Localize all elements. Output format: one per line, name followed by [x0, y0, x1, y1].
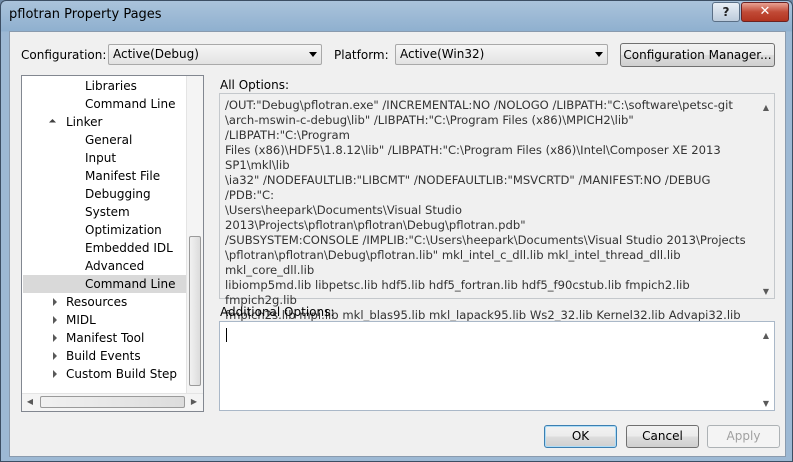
expand-closed-icon[interactable] — [53, 298, 57, 306]
tree-item[interactable]: Input — [22, 149, 187, 167]
tree-item[interactable]: Custom Build Step — [22, 365, 187, 383]
tree-item-label: Command Line — [85, 97, 176, 111]
property-pages-window: pflotran Property Pages ? ✕ Configuratio… — [0, 0, 793, 462]
tree-item[interactable]: General — [22, 131, 187, 149]
tree-item[interactable]: System — [22, 203, 187, 221]
tree-item-label: Resources — [66, 295, 128, 309]
tree-item[interactable]: Advanced — [22, 257, 187, 275]
expand-closed-icon[interactable] — [53, 334, 57, 342]
text-caret — [226, 328, 227, 342]
tree-item[interactable]: Optimization — [22, 221, 187, 239]
tree-item-label: Manifest File — [85, 169, 161, 183]
ok-button[interactable]: OK — [544, 425, 617, 448]
window-title: pflotran Property Pages — [9, 7, 162, 22]
expand-closed-icon[interactable] — [53, 352, 57, 360]
close-button[interactable]: ✕ — [741, 2, 789, 22]
all-options-textbox[interactable]: /OUT:"Debug\pflotran.exe" /INCREMENTAL:N… — [219, 93, 775, 352]
expand-closed-icon[interactable] — [53, 316, 57, 324]
tree-item[interactable]: Build Events — [22, 347, 187, 365]
configuration-manager-button[interactable]: Configuration Manager... — [620, 43, 775, 67]
scroll-down-arrow-icon[interactable]: ▼ — [758, 284, 774, 299]
tree-item-label: Linker — [66, 115, 103, 129]
configuration-value: Active(Debug) — [113, 47, 199, 61]
tree-item-label: Libraries — [85, 79, 137, 93]
title-bar[interactable]: pflotran Property Pages ? ✕ — [1, 1, 792, 31]
tree-horizontal-scrollbar[interactable]: ◀ ▶ — [22, 393, 203, 411]
tree-item[interactable]: Embedded IDL — [22, 239, 187, 257]
tree-item[interactable]: Libraries — [22, 77, 187, 95]
tree-item[interactable]: Debugging — [22, 185, 187, 203]
tree-item-label: Advanced — [85, 259, 145, 273]
platform-dropdown[interactable]: Active(Win32) — [395, 44, 608, 65]
scroll-left-arrow-icon[interactable]: ◀ — [22, 397, 38, 406]
cancel-button[interactable]: Cancel — [626, 425, 699, 448]
tree-item-label: Optimization — [85, 223, 162, 237]
scroll-right-arrow-icon[interactable]: ▶ — [186, 397, 202, 406]
tree-item-label: System — [85, 205, 130, 219]
tree-item[interactable]: MIDL — [22, 311, 187, 329]
platform-label: Platform: — [334, 48, 389, 62]
tree-vertical-scrollbar[interactable] — [186, 76, 203, 394]
configuration-dropdown[interactable]: Active(Debug) — [108, 44, 322, 65]
tree-item[interactable]: Manifest File — [22, 167, 187, 185]
scroll-up-arrow-icon[interactable]: ▲ — [758, 328, 774, 343]
tree-item[interactable]: Command Line — [23, 275, 188, 293]
help-button[interactable]: ? — [712, 2, 740, 22]
tree-item[interactable]: Manifest Tool — [22, 329, 187, 347]
tree-item-label: Command Line — [85, 277, 176, 291]
configuration-label: Configuration: — [21, 48, 107, 62]
expand-open-icon[interactable] — [48, 118, 57, 127]
platform-value: Active(Win32) — [400, 47, 485, 61]
property-tree[interactable]: Libraries Command Line Linker General Input M… — [21, 75, 204, 412]
tree-horizontal-scroll-thumb[interactable] — [40, 396, 185, 408]
chevron-down-icon — [309, 52, 317, 57]
scroll-up-arrow-icon[interactable]: ▲ — [758, 100, 774, 115]
expand-closed-icon[interactable] — [53, 370, 57, 378]
tree-item-label: Build Events — [66, 349, 141, 363]
tree-item[interactable]: Resources — [22, 293, 187, 311]
all-options-label: All Options: — [220, 78, 290, 92]
additional-options-input[interactable]: ▲ ▼ — [219, 321, 775, 411]
tree-item-label: Debugging — [85, 187, 151, 201]
tree-item-label: Custom Build Step — [66, 367, 178, 381]
tree-item-label: MIDL — [66, 313, 96, 327]
chevron-down-icon — [595, 52, 603, 57]
dialog-client-area: Configuration: Active(Debug) Platform: A… — [9, 31, 786, 457]
tree-item[interactable]: Command Line — [22, 95, 187, 113]
tree-item[interactable]: Linker — [22, 113, 187, 131]
tree-item-label: Embedded IDL — [85, 241, 173, 255]
tree-item-label: Input — [85, 151, 117, 165]
additional-options-label: Additional Options: — [220, 305, 335, 319]
tree-item-label: Manifest Tool — [66, 331, 145, 345]
apply-button[interactable]: Apply — [707, 425, 780, 448]
tree-item-label: General — [85, 133, 133, 147]
scroll-down-arrow-icon[interactable]: ▼ — [758, 396, 774, 411]
tree-vertical-scroll-thumb[interactable] — [189, 236, 201, 386]
